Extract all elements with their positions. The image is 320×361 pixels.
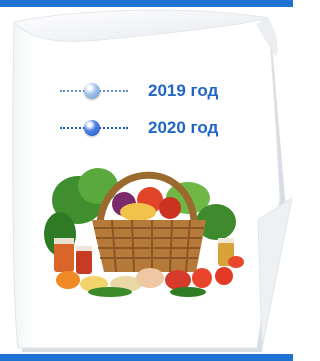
paper-fold xyxy=(257,196,293,349)
legend-label: 2019 год xyxy=(148,81,219,100)
bottom-accent-bar xyxy=(0,354,293,361)
legend: 2019 год 2020 год xyxy=(60,80,250,154)
legend-label: 2020 год xyxy=(148,118,219,137)
vegetables-basket-illustration xyxy=(44,168,244,297)
legend-dot-icon xyxy=(84,120,100,136)
legend-dot-icon xyxy=(84,83,100,99)
legend-item: 2019 год xyxy=(60,80,250,102)
legend-item: 2020 год xyxy=(60,117,250,139)
